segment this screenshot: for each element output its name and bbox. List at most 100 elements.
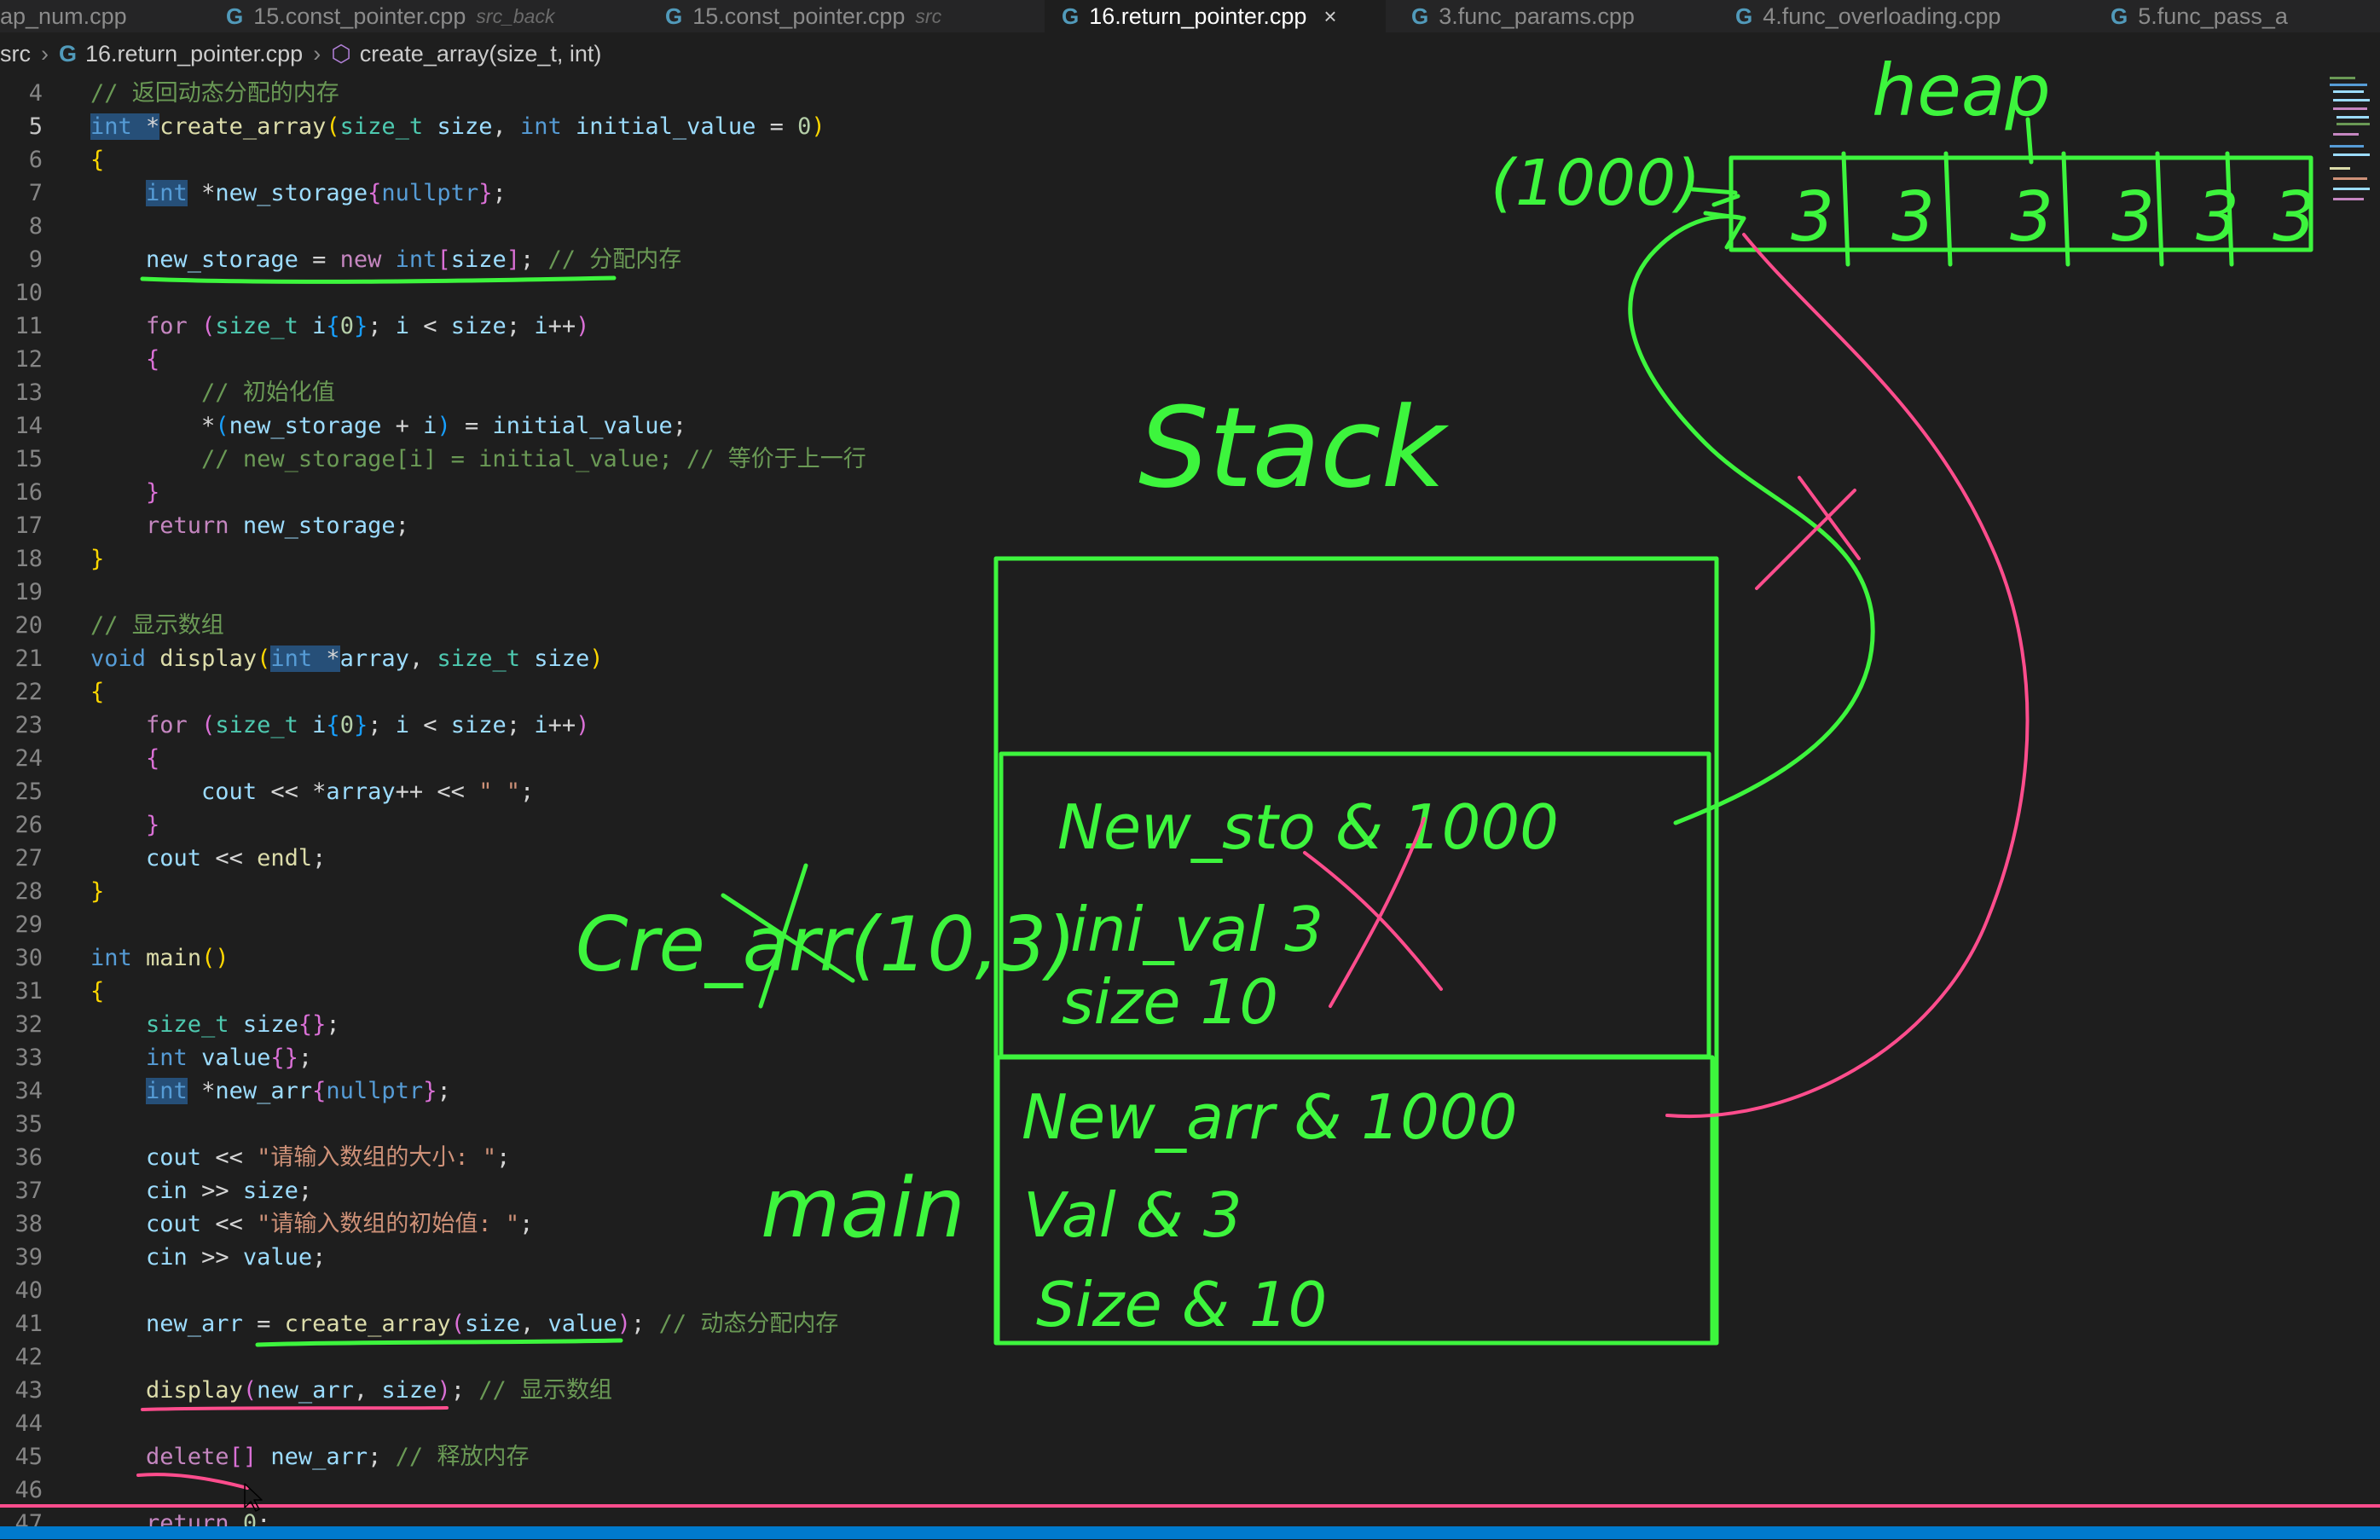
- tab-description: src_back: [476, 4, 555, 27]
- code-line[interactable]: 8: [0, 210, 2380, 243]
- code-token: >>: [187, 1178, 243, 1204]
- code-line[interactable]: 17 return new_storage;: [0, 509, 2380, 542]
- code-token: }: [90, 546, 105, 572]
- code-line[interactable]: 34 int *new_arr{nullptr};: [0, 1074, 2380, 1108]
- code-token: <: [409, 313, 451, 339]
- code-line[interactable]: 28}: [0, 875, 2380, 908]
- code-token: value: [242, 1244, 313, 1271]
- code-token: }: [90, 878, 105, 905]
- code-line[interactable]: 32 size_t size{};: [0, 1008, 2380, 1041]
- code-line[interactable]: 36 cout << "请输入数组的大小: ";: [0, 1141, 2380, 1174]
- code-line[interactable]: 24 {: [0, 742, 2380, 775]
- line-number: 45: [14, 1444, 43, 1470]
- line-number: 46: [14, 1477, 43, 1503]
- code-line[interactable]: 5 int *create_array(size_t size, int init…: [0, 110, 2380, 143]
- code-line[interactable]: 42: [0, 1340, 2380, 1374]
- code-line[interactable]: 41 new_arr = create_array(size, value); …: [0, 1307, 2380, 1340]
- code-token: }: [478, 180, 493, 206]
- line-number: 27: [14, 845, 43, 871]
- code-line[interactable]: 25 cout << *array++ << " ";: [0, 775, 2380, 808]
- code-line[interactable]: 40: [0, 1274, 2380, 1307]
- code-token: int: [90, 945, 132, 971]
- code-line[interactable]: 13 // 初始化值: [0, 376, 2380, 409]
- code-line[interactable]: 37 cin >> size;: [0, 1174, 2380, 1207]
- code-line[interactable]: 33 int value{};: [0, 1041, 2380, 1074]
- cpp-file-icon: G: [2111, 3, 2128, 29]
- code-token: ,: [492, 113, 520, 140]
- code-line[interactable]: 12 {: [0, 343, 2380, 376]
- code-line[interactable]: 14 *(new_storage + i) = initial_value;: [0, 409, 2380, 443]
- tab-1[interactable]: G 15.const_pointer.cpp src_back: [209, 0, 627, 32]
- tab-5[interactable]: G 4.func_overloading.cpp: [1718, 0, 2093, 32]
- code-line[interactable]: 4 // 返回动态分配的内存: [0, 77, 2380, 110]
- line-number: 33: [14, 1045, 43, 1071]
- code-text: {: [90, 343, 159, 376]
- code-line[interactable]: 38 cout << "请输入数组的初始值: ";: [0, 1207, 2380, 1241]
- tab-2[interactable]: G 15.const_pointer.cpp src: [648, 0, 1023, 32]
- code-token: {: [312, 1078, 327, 1104]
- tab-6[interactable]: G 5.func_pass_a: [2093, 0, 2380, 32]
- code-token: size: [450, 246, 507, 273]
- line-number: 15: [14, 446, 43, 472]
- code-line[interactable]: 20 // 显示数组: [0, 609, 2380, 642]
- code-token: [: [437, 246, 451, 273]
- code-token: size: [534, 646, 590, 672]
- code-line[interactable]: 44: [0, 1407, 2380, 1440]
- line-number: 40: [14, 1277, 43, 1304]
- code-line[interactable]: 26 }: [0, 808, 2380, 842]
- code-token: (): [201, 945, 229, 971]
- tab-4[interactable]: G 3.func_params.cpp: [1394, 0, 1718, 32]
- code-line[interactable]: 18}: [0, 542, 2380, 576]
- code-token: ++: [547, 712, 576, 738]
- code-editor[interactable]: 4// 返回动态分配的内存 5 int *create_array(size_t s…: [0, 77, 2380, 1537]
- code-line[interactable]: 45 delete[] new_arr; // 释放内存: [0, 1440, 2380, 1473]
- code-line[interactable]: 30 int main(): [0, 941, 2380, 975]
- code-line[interactable]: 22 {: [0, 675, 2380, 709]
- breadcrumb-folder[interactable]: src: [0, 41, 31, 67]
- code-token: ;: [437, 1078, 451, 1104]
- code-line[interactable]: 15 // new_storage[i] = initial_value; //…: [0, 443, 2380, 476]
- line-number: 20: [14, 612, 43, 639]
- code-token: cout: [146, 1144, 202, 1171]
- code-line[interactable]: 39 cin >> value;: [0, 1241, 2380, 1274]
- cpp-file-icon: G: [1735, 3, 1753, 29]
- tab-0[interactable]: ap_num.cpp: [0, 0, 171, 32]
- code-line[interactable]: 23 for (size_t i{0}; i < size; i++): [0, 709, 2380, 742]
- code-line[interactable]: 11 for (size_t i{0}; i < size; i++): [0, 310, 2380, 343]
- code-line[interactable]: 21 void display(int *array, size_t size): [0, 642, 2380, 675]
- code-line[interactable]: 29: [0, 908, 2380, 941]
- code-token: {}: [270, 1045, 298, 1071]
- code-token: }: [146, 812, 160, 838]
- breadcrumb-file[interactable]: 16.return_pointer.cpp: [85, 41, 303, 67]
- chevron-right-icon: ›: [313, 40, 321, 67]
- code-token: new_arr: [270, 1444, 368, 1470]
- code-line[interactable]: 46: [0, 1473, 2380, 1507]
- line-number: 38: [14, 1211, 43, 1237]
- code-line[interactable]: 31 {: [0, 975, 2380, 1008]
- code-token: }: [146, 479, 160, 506]
- code-line[interactable]: 10: [0, 276, 2380, 310]
- code-line[interactable]: 6{: [0, 143, 2380, 177]
- code-line[interactable]: 27 cout << endl;: [0, 842, 2380, 875]
- code-line[interactable]: 9 new_storage = new int[size]; // 分配内存: [0, 243, 2380, 276]
- code-token: ;: [450, 1377, 479, 1404]
- vertical-scrollbar[interactable]: [2370, 73, 2380, 1523]
- tab-label: 15.const_pointer.cpp: [253, 3, 466, 29]
- code-token: ): [589, 646, 604, 672]
- code-line[interactable]: 35: [0, 1108, 2380, 1141]
- code-token: ): [811, 113, 825, 140]
- tab-3[interactable]: G 16.return_pointer.cpp ×: [1045, 0, 1386, 32]
- code-token: {: [146, 745, 160, 772]
- code-line[interactable]: 19: [0, 576, 2380, 609]
- code-text: cout << *array++ << " ";: [90, 775, 534, 808]
- close-icon[interactable]: ×: [1323, 3, 1336, 30]
- breadcrumb-symbol[interactable]: create_array(size_t, int): [360, 41, 602, 67]
- code-line[interactable]: 7 int *new_storage{nullptr};: [0, 177, 2380, 210]
- code-token: size: [242, 1178, 298, 1204]
- code-line[interactable]: 43 display(new_arr, size); // 显示数组: [0, 1374, 2380, 1407]
- line-number: 18: [14, 546, 43, 572]
- code-line[interactable]: 16 }: [0, 476, 2380, 509]
